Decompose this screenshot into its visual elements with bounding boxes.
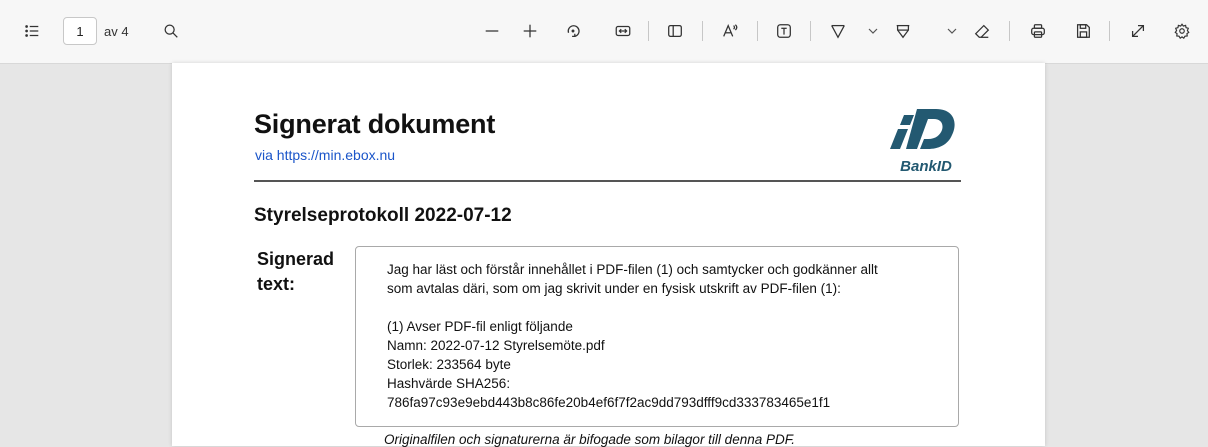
- signed-text-line: som avtalas däri, som om jag skrivit und…: [387, 281, 841, 296]
- signed-text-label: Signerad text:: [257, 249, 335, 294]
- toolbar-divider: [757, 21, 758, 41]
- fit-width-icon[interactable]: [610, 18, 636, 44]
- page-count-label: av 4: [104, 23, 129, 39]
- toolbar-divider: [648, 21, 649, 41]
- bankid-logo-text: BankID: [900, 158, 952, 175]
- document-title: Signerat dokument: [254, 109, 496, 139]
- section-title: Styrelseprotokoll 2022-07-12: [254, 205, 512, 226]
- header-divider: [254, 180, 961, 182]
- page-number-input[interactable]: 1: [63, 17, 97, 45]
- footnote: Originalfilen och signaturerna är bifoga…: [384, 432, 795, 447]
- pdf-toolbar: 1 av 4: [0, 0, 1208, 64]
- contents-icon[interactable]: [19, 18, 45, 44]
- read-aloud-icon[interactable]: [717, 18, 743, 44]
- search-icon[interactable]: [158, 18, 184, 44]
- signed-text-line: Jag har läst och förstår innehållet i PD…: [387, 262, 878, 277]
- fullscreen-icon[interactable]: [1125, 18, 1151, 44]
- draw-icon[interactable]: [825, 18, 851, 44]
- signed-text-line: Storlek: 233564 byte: [387, 357, 511, 372]
- toolbar-divider: [1109, 21, 1110, 41]
- pdf-page: Signerat dokument via https://min.ebox.n…: [172, 63, 1045, 447]
- settings-icon[interactable]: [1169, 18, 1195, 44]
- rotate-icon[interactable]: [560, 18, 586, 44]
- hash-value: 786fa97c93e9ebd443b8c86fe20b4ef6f7f2ac9d…: [387, 395, 831, 410]
- signed-text-line: Namn: 2022-07-12 Styrelsemöte.pdf: [387, 338, 605, 353]
- page-view-icon[interactable]: [662, 18, 688, 44]
- zoom-in-icon[interactable]: [517, 18, 543, 44]
- source-link[interactable]: via https://min.ebox.nu: [255, 147, 395, 163]
- print-icon[interactable]: [1025, 18, 1051, 44]
- toolbar-divider: [810, 21, 811, 41]
- save-icon[interactable]: [1070, 18, 1096, 44]
- chevron-down-icon[interactable]: [860, 18, 886, 44]
- signed-text-box: Jag har läst och förstår innehållet i PD…: [355, 246, 959, 427]
- signed-text-line: Hashvärde SHA256:: [387, 376, 511, 391]
- eraser-icon[interactable]: [969, 18, 995, 44]
- bankid-logo: BankID: [890, 109, 955, 175]
- signed-text-line: (1) Avser PDF-fil enligt följande: [387, 319, 573, 334]
- chevron-down-icon[interactable]: [939, 18, 965, 44]
- toolbar-divider: [702, 21, 703, 41]
- highlight-icon[interactable]: [890, 18, 916, 44]
- zoom-out-icon[interactable]: [479, 18, 505, 44]
- text-icon[interactable]: [771, 18, 797, 44]
- toolbar-divider: [1009, 21, 1010, 41]
